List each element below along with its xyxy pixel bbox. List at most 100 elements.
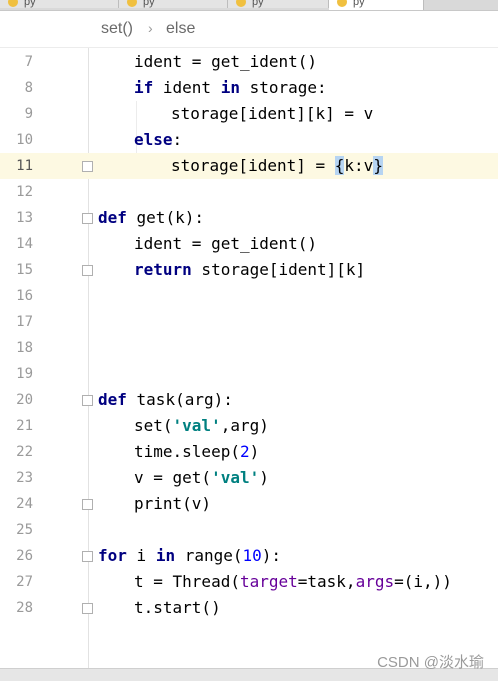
- line-number: 10: [16, 132, 33, 148]
- code-token: v = get(: [134, 468, 212, 487]
- fold-end-icon[interactable]: [82, 499, 93, 510]
- line-number: 9: [24, 106, 33, 122]
- code-text: ident = get_ident(): [134, 231, 317, 257]
- code-line: 24 print(v): [0, 491, 498, 517]
- editor-tab[interactable]: py: [228, 0, 329, 8]
- keyword-token: return: [134, 260, 192, 279]
- code-line: 18: [0, 335, 498, 361]
- line-number: 20: [16, 392, 33, 408]
- line-number: 18: [16, 340, 33, 356]
- keyword-token: in: [220, 78, 240, 97]
- code-token: k:v: [344, 156, 374, 175]
- line-number: 26: [16, 548, 33, 564]
- code-token: t = Thread(: [134, 572, 240, 591]
- brace-match-highlight: }: [373, 156, 383, 175]
- code-token: get(k):: [126, 208, 204, 227]
- code-text: def get(k):: [98, 205, 204, 231]
- string-token: 'val': [211, 468, 260, 487]
- code-token: =(i,)): [394, 572, 452, 591]
- code-line: 12: [0, 179, 498, 205]
- code-text: print(v): [134, 491, 211, 517]
- code-line: 14 ident = get_ident(): [0, 231, 498, 257]
- code-token: =task,: [297, 572, 356, 591]
- code-text: storage[ident] = {k:v}: [171, 153, 383, 179]
- code-line: 16: [0, 283, 498, 309]
- editor-tab-bar: py py py py: [0, 0, 498, 11]
- tab-label: py: [143, 0, 155, 8]
- line-number: 24: [16, 496, 33, 512]
- line-number: 25: [16, 522, 33, 538]
- string-token: 'val': [172, 416, 221, 435]
- breadcrumb-item-set[interactable]: set(): [101, 20, 133, 38]
- code-token: storage:: [239, 78, 327, 97]
- code-line: 23 v = get('val'): [0, 465, 498, 491]
- code-token: set(: [134, 416, 173, 435]
- line-number: 23: [16, 470, 33, 486]
- editor-tab-active[interactable]: py: [329, 0, 424, 10]
- line-number: 13: [16, 210, 33, 226]
- keyword-argument-token: target: [239, 572, 298, 591]
- code-line: 7 ident = get_ident(): [0, 49, 498, 75]
- line-number: 12: [16, 184, 33, 200]
- keyword-argument-token: args: [355, 572, 395, 591]
- python-file-icon: [236, 0, 246, 7]
- code-text: v = get('val'): [134, 465, 269, 491]
- line-number: 15: [16, 262, 33, 278]
- code-token: range(: [175, 546, 243, 565]
- line-number: 28: [16, 600, 33, 616]
- keyword-token: def: [98, 390, 127, 409]
- code-line: 25: [0, 517, 498, 543]
- code-line: 21 set('val',arg): [0, 413, 498, 439]
- keyword-token: if: [134, 78, 154, 97]
- tab-label: py: [353, 0, 365, 8]
- code-line: 17: [0, 309, 498, 335]
- code-line: 27 t = Thread(target=task,args=(i,)): [0, 569, 498, 595]
- python-file-icon: [8, 0, 18, 7]
- code-text: else:: [134, 127, 182, 153]
- code-token: ident = get_ident(): [134, 234, 318, 253]
- fold-start-icon[interactable]: [82, 213, 93, 224]
- code-token: t.start(): [134, 598, 221, 617]
- fold-end-icon[interactable]: [82, 603, 93, 614]
- code-token: ident = get_ident(): [134, 52, 318, 71]
- editor-tab[interactable]: py: [0, 0, 119, 8]
- editor-tab[interactable]: py: [119, 0, 228, 8]
- code-token: ): [259, 468, 269, 487]
- code-text: set('val',arg): [134, 413, 269, 439]
- code-line: 22 time.sleep(2): [0, 439, 498, 465]
- tab-label: py: [252, 0, 264, 8]
- python-file-icon: [337, 0, 347, 7]
- fold-end-icon[interactable]: [82, 265, 93, 276]
- code-line: 13 def get(k):: [0, 205, 498, 231]
- keyword-token: for: [98, 546, 127, 565]
- line-number: 8: [24, 80, 33, 96]
- code-token: storage[ident][k]: [191, 260, 366, 279]
- code-token: time.sleep(: [134, 442, 240, 461]
- code-token: print(v): [134, 494, 212, 513]
- breadcrumb-item-else[interactable]: else: [166, 20, 195, 38]
- number-token: 10: [242, 546, 262, 565]
- code-line: 8 if ident in storage:: [0, 75, 498, 101]
- fold-start-icon[interactable]: [82, 395, 93, 406]
- line-number: 7: [24, 54, 33, 70]
- code-line: 9 storage[ident][k] = v: [0, 101, 498, 127]
- fold-start-icon[interactable]: [82, 551, 93, 562]
- keyword-token: def: [98, 208, 127, 227]
- line-number: 17: [16, 314, 33, 330]
- code-token: ident: [153, 78, 221, 97]
- code-token: ):: [261, 546, 282, 565]
- code-text: for i in range(10):: [98, 543, 281, 569]
- code-token: storage[ident] =: [171, 156, 335, 175]
- keyword-token: else: [134, 130, 173, 149]
- fold-end-icon[interactable]: [82, 161, 93, 172]
- code-token: task(arg):: [126, 390, 233, 409]
- code-line: 20 def task(arg):: [0, 387, 498, 413]
- breadcrumb: set() › else: [0, 11, 498, 48]
- line-number: 22: [16, 444, 33, 460]
- code-text: def task(arg):: [98, 387, 233, 413]
- chevron-right-icon: ›: [148, 20, 153, 36]
- code-token: i: [126, 546, 156, 565]
- code-line: 10 else:: [0, 127, 498, 153]
- line-number: 27: [16, 574, 33, 590]
- keyword-token: in: [155, 546, 176, 565]
